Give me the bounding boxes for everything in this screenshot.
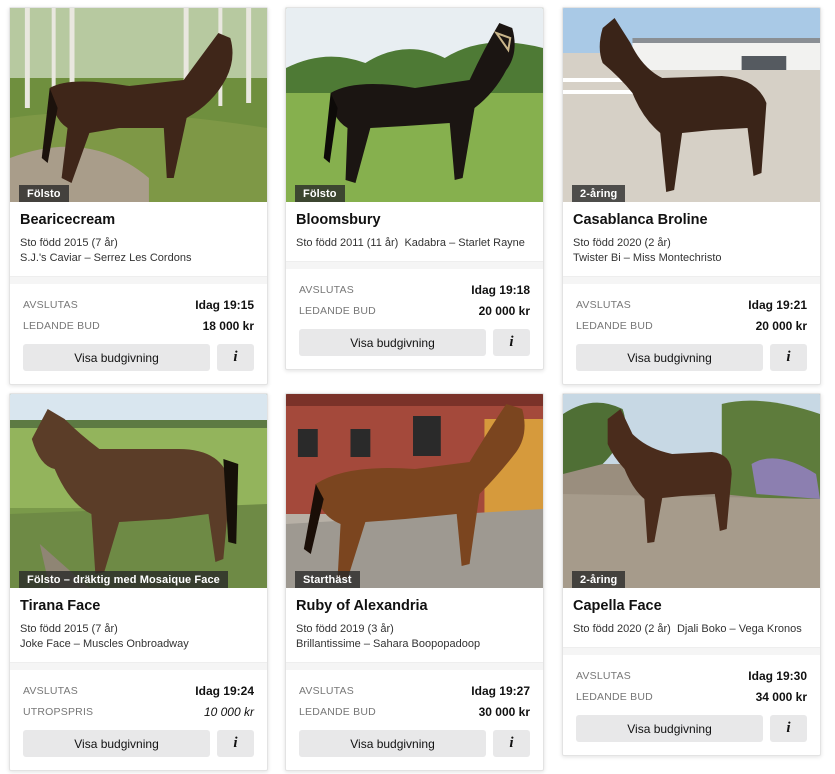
horse-photo-image (286, 394, 543, 588)
category-badge: 2-åring (572, 571, 626, 588)
horse-name[interactable]: Bearicecream (20, 212, 257, 228)
ends-row: AVSLUTAS Idag 19:21 (576, 294, 807, 315)
price-value: 30 000 kr (478, 704, 530, 719)
horse-name[interactable]: Bloomsbury (296, 212, 533, 228)
auction-card-casablanca-broline[interactable]: 2-åring Casablanca Broline Sto född 2020… (562, 7, 821, 385)
ends-label: AVSLUTAS (576, 298, 631, 311)
horse-photo[interactable]: Fölsto (286, 8, 543, 202)
horse-photo-image (563, 8, 820, 202)
price-value: 34 000 kr (755, 689, 807, 704)
birth-info: Sto född 2015 (7 år) (20, 237, 118, 249)
price-value: 10 000 kr (203, 704, 254, 719)
category-badge: Fölsto (19, 185, 69, 202)
ends-value: Idag 19:21 (748, 297, 807, 312)
price-row: LEDANDE BUD 18 000 kr (23, 315, 254, 336)
info-button[interactable]: i (770, 715, 807, 742)
horse-name[interactable]: Tirana Face (20, 598, 257, 614)
auction-card-bloomsbury[interactable]: Fölsto Bloomsbury Sto född 2011 (11 år) … (285, 7, 544, 370)
category-badge: 2-åring (572, 185, 626, 202)
birth-info: Sto född 2015 (7 år) (20, 623, 118, 635)
price-row: LEDANDE BUD 20 000 kr (576, 315, 807, 336)
birth-info: Sto född 2011 (11 år) (296, 237, 399, 249)
category-badge: Fölsto (295, 185, 345, 202)
price-value: 20 000 kr (755, 318, 807, 333)
ends-row: AVSLUTAS Idag 19:18 (299, 279, 530, 300)
view-bidding-button[interactable]: Visa budgivning (299, 329, 486, 356)
horse-photo[interactable]: Fölsto – dräktig med Mosaique Face (10, 394, 267, 588)
ends-row: AVSLUTAS Idag 19:24 (23, 680, 254, 701)
ends-value: Idag 19:27 (471, 683, 530, 698)
info-button[interactable]: i (493, 329, 530, 356)
ends-label: AVSLUTAS (299, 283, 354, 296)
birth-info: Sto född 2020 (2 år) (573, 237, 671, 249)
ends-value: Idag 19:30 (748, 668, 807, 683)
divider (10, 662, 267, 670)
info-button[interactable]: i (217, 344, 254, 371)
ends-label: AVSLUTAS (576, 669, 631, 682)
view-bidding-button[interactable]: Visa budgivning (23, 344, 210, 371)
pedigree: S.J.'s Caviar – Serrez Les Cordons (20, 252, 192, 264)
info-button[interactable]: i (770, 344, 807, 371)
price-row: LEDANDE BUD 34 000 kr (576, 686, 807, 707)
view-bidding-button[interactable]: Visa budgivning (299, 730, 486, 757)
ends-row: AVSLUTAS Idag 19:30 (576, 665, 807, 686)
auction-card-bearicecream[interactable]: Fölsto Bearicecream Sto född 2015 (7 år)… (9, 7, 268, 385)
horse-photo-image (286, 8, 543, 202)
horse-photo[interactable]: Starthäst (286, 394, 543, 588)
birth-info: Sto född 2019 (3 år) (296, 623, 394, 635)
price-label: UTROPSPRIS (23, 705, 94, 718)
price-value: 20 000 kr (478, 303, 530, 318)
category-badge: Starthäst (295, 571, 360, 588)
price-row: UTROPSPRIS 10 000 kr (23, 701, 254, 722)
price-label: LEDANDE BUD (299, 304, 376, 317)
pedigree: Brillantissime – Sahara Boopopadoop (296, 638, 481, 650)
category-badge: Fölsto – dräktig med Mosaique Face (19, 571, 228, 588)
divider (286, 662, 543, 670)
price-label: LEDANDE BUD (576, 690, 653, 703)
divider (286, 261, 543, 269)
ends-label: AVSLUTAS (23, 684, 78, 697)
price-label: LEDANDE BUD (576, 319, 653, 332)
ends-value: Idag 19:15 (195, 297, 254, 312)
price-row: LEDANDE BUD 20 000 kr (299, 300, 530, 321)
pedigree: Joke Face – Muscles Onbroadway (20, 638, 189, 650)
view-bidding-button[interactable]: Visa budgivning (576, 715, 763, 742)
birth-info: Sto född 2020 (2 år) (573, 623, 671, 635)
ends-label: AVSLUTAS (299, 684, 354, 697)
divider (563, 647, 820, 655)
ends-value: Idag 19:24 (195, 683, 254, 698)
ends-label: AVSLUTAS (23, 298, 78, 311)
horse-photo[interactable]: Fölsto (10, 8, 267, 202)
divider (10, 276, 267, 284)
horse-photo-image (10, 394, 267, 588)
horse-photo[interactable]: 2-åring (563, 394, 820, 588)
horse-name[interactable]: Casablanca Broline (573, 212, 810, 228)
auction-card-ruby-of-alexandria[interactable]: Starthäst Ruby of Alexandria Sto född 20… (285, 393, 544, 771)
price-label: LEDANDE BUD (23, 319, 100, 332)
price-value: 18 000 kr (202, 318, 254, 333)
view-bidding-button[interactable]: Visa budgivning (576, 344, 763, 371)
horse-name[interactable]: Capella Face (573, 598, 810, 614)
pedigree: Kadabra – Starlet Rayne (404, 237, 525, 249)
pedigree: Twister Bi – Miss Montechristo (573, 252, 722, 264)
divider (563, 276, 820, 284)
ends-row: AVSLUTAS Idag 19:27 (299, 680, 530, 701)
view-bidding-button[interactable]: Visa budgivning (23, 730, 210, 757)
info-button[interactable]: i (493, 730, 530, 757)
horse-photo[interactable]: 2-åring (563, 8, 820, 202)
horse-photo-image (10, 8, 267, 202)
horse-name[interactable]: Ruby of Alexandria (296, 598, 533, 614)
price-row: LEDANDE BUD 30 000 kr (299, 701, 530, 722)
price-label: LEDANDE BUD (299, 705, 376, 718)
horse-photo-image (563, 394, 820, 588)
ends-value: Idag 19:18 (471, 282, 530, 297)
auction-card-tirana-face[interactable]: Fölsto – dräktig med Mosaique Face Tiran… (9, 393, 268, 771)
pedigree: Djali Boko – Vega Kronos (676, 623, 802, 635)
auction-card-capella-face[interactable]: 2-åring Capella Face Sto född 2020 (2 år… (562, 393, 821, 756)
ends-row: AVSLUTAS Idag 19:15 (23, 294, 254, 315)
info-button[interactable]: i (217, 730, 254, 757)
